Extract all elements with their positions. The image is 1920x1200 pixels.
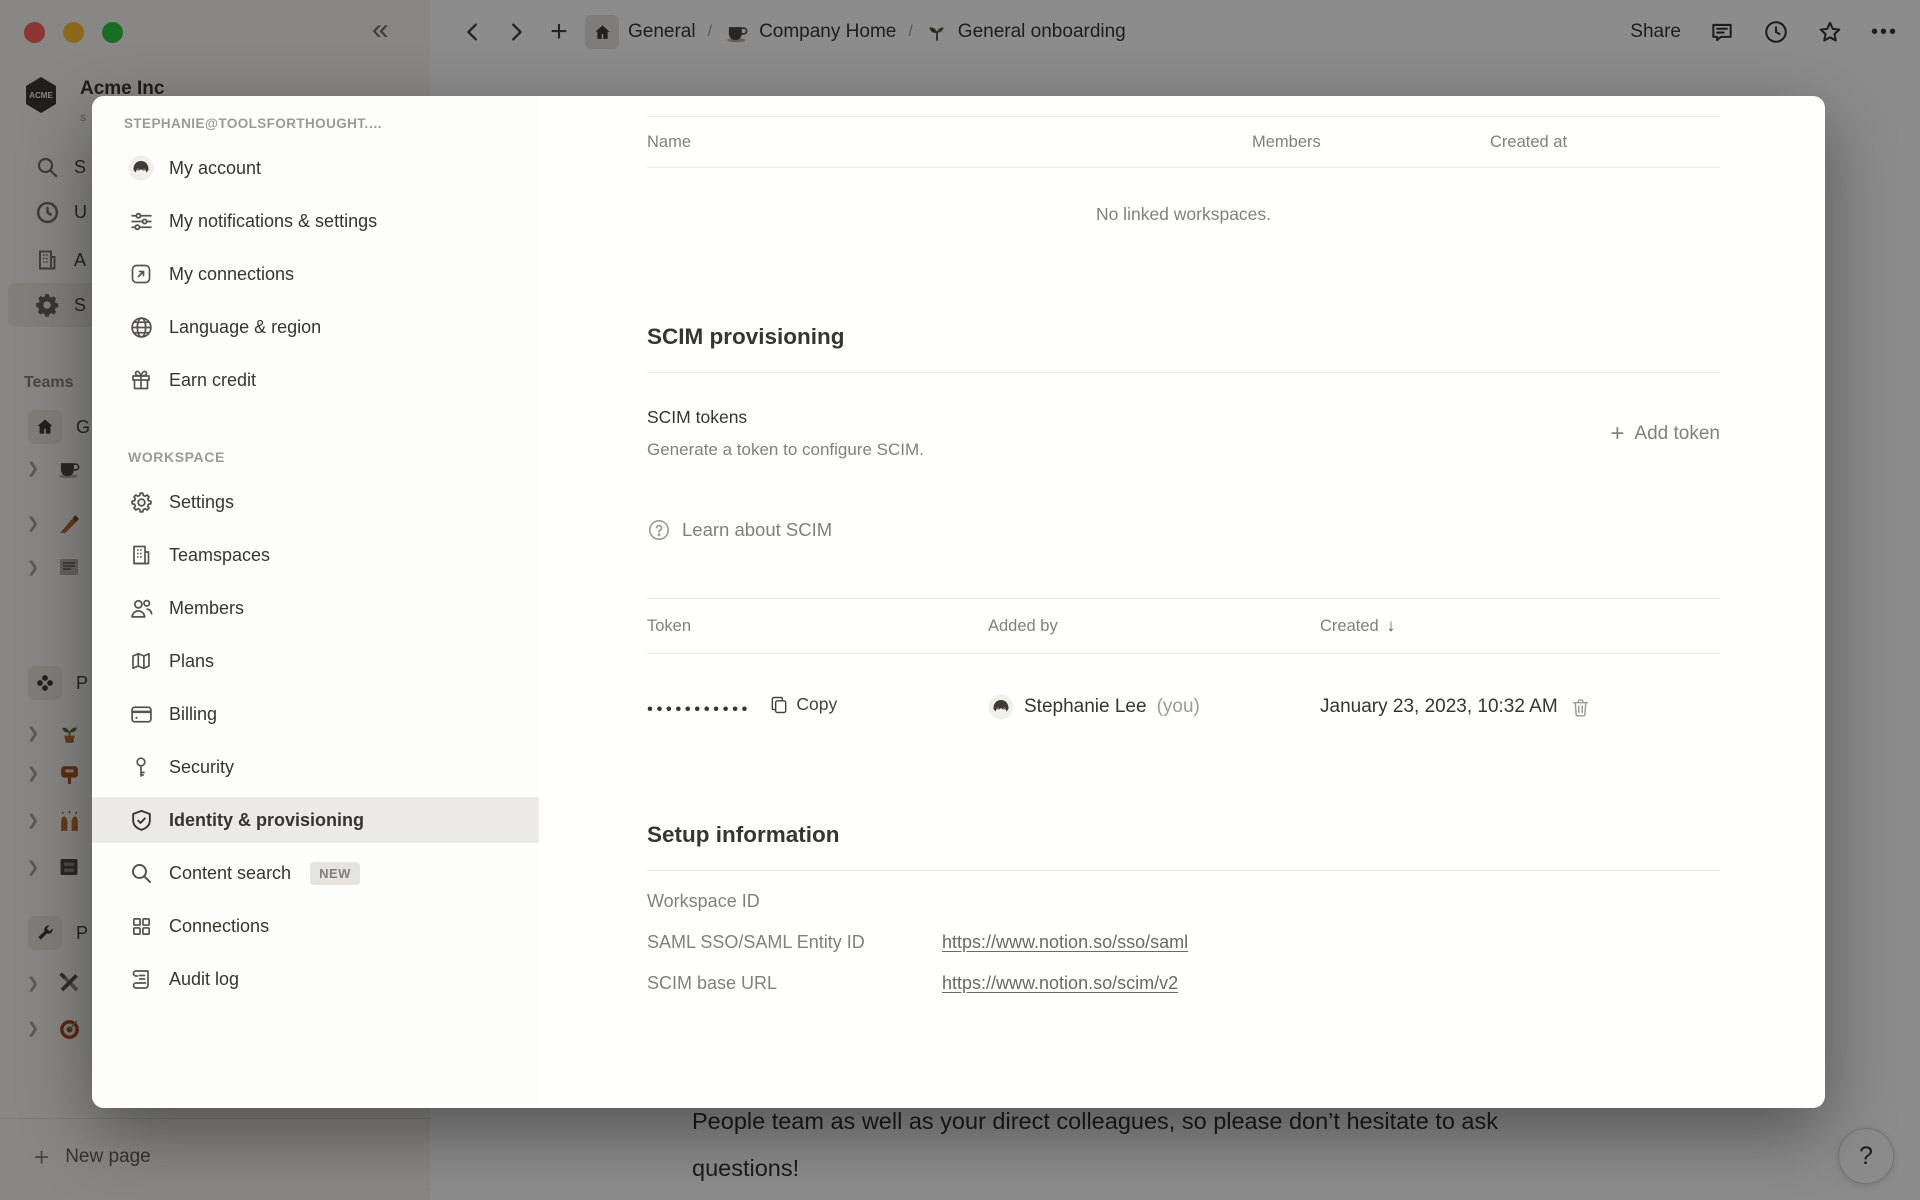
grid-icon	[128, 913, 154, 939]
settings-item-identity-provisioning[interactable]: Identity & provisioning	[92, 797, 539, 843]
gear-icon	[128, 489, 154, 515]
column-created-at: Created at	[1490, 133, 1720, 152]
building-icon	[128, 542, 154, 568]
settings-item-my-account[interactable]: My account	[92, 145, 539, 191]
created-date: January 23, 2023, 10:32 AM	[1320, 696, 1558, 718]
added-by-you-suffix: (you)	[1157, 696, 1200, 718]
added-by-name: Stephanie Lee	[1024, 696, 1147, 718]
column-name: Name	[647, 133, 1252, 152]
settings-item-label: My connections	[169, 264, 294, 285]
settings-item-security[interactable]: Security	[92, 744, 539, 790]
settings-item-plans[interactable]: Plans	[92, 638, 539, 684]
settings-item-label: Billing	[169, 704, 217, 725]
settings-item-label: Language & region	[169, 317, 321, 338]
copy-icon	[769, 695, 789, 715]
empty-state-text: No linked workspaces.	[647, 204, 1720, 228]
setup-label: SCIM base URL	[647, 973, 942, 994]
settings-modal: STEPHANIE@TOOLSFORTHOUGHT.… My account M…	[92, 96, 1825, 1108]
settings-item-my-connections[interactable]: My connections	[92, 251, 539, 297]
question-circle-icon	[647, 518, 671, 542]
setup-label: SAML SSO/SAML Entity ID	[647, 932, 942, 953]
settings-item-label: Earn credit	[169, 370, 256, 391]
setup-row-saml-entity-id: SAML SSO/SAML Entity ID https://www.noti…	[647, 932, 1720, 953]
column-created[interactable]: Created↓	[1320, 616, 1720, 636]
section-divider	[647, 870, 1720, 871]
scim-provisioning-title: SCIM provisioning	[647, 324, 1720, 350]
settings-item-notifications[interactable]: My notifications & settings	[92, 198, 539, 244]
plus-icon: +	[1610, 422, 1624, 446]
key-icon	[128, 754, 154, 780]
search-icon	[128, 860, 154, 886]
column-added-by: Added by	[988, 617, 1320, 636]
arrow-box-icon	[128, 261, 154, 287]
people-icon	[128, 595, 154, 621]
settings-item-teamspaces[interactable]: Teamspaces	[92, 532, 539, 578]
settings-item-content-search[interactable]: Content search NEW	[92, 850, 539, 896]
settings-item-label: Content search	[169, 863, 291, 884]
settings-item-label: Plans	[169, 651, 214, 672]
linked-workspaces-table-header: Name Members Created at	[647, 116, 1720, 168]
trash-icon[interactable]	[1570, 697, 1591, 718]
section-divider	[647, 372, 1720, 373]
settings-item-label: Connections	[169, 916, 269, 937]
copy-token-button[interactable]: Copy	[769, 694, 837, 715]
scroll-icon	[128, 966, 154, 992]
settings-item-label: Members	[169, 598, 244, 619]
workspace-section-label: WORKSPACE	[92, 449, 539, 465]
account-email: STEPHANIE@TOOLSFORTHOUGHT.…	[92, 116, 514, 131]
token-row: ••••••••••• Copy Stephanie Lee (you) Jan…	[647, 654, 1720, 750]
setup-row-workspace-id: Workspace ID	[647, 891, 1720, 912]
credit-card-icon	[128, 701, 154, 727]
settings-item-label: My notifications & settings	[169, 211, 377, 232]
globe-icon	[128, 314, 154, 340]
settings-item-language[interactable]: Language & region	[92, 304, 539, 350]
sort-descending-icon: ↓	[1387, 616, 1396, 635]
settings-item-label: Settings	[169, 492, 234, 513]
setup-row-scim-base-url: SCIM base URL https://www.notion.so/scim…	[647, 973, 1720, 994]
avatar	[988, 694, 1014, 720]
scim-tokens-description: Generate a token to configure SCIM.	[647, 440, 924, 460]
add-token-button[interactable]: + Add token	[1610, 422, 1720, 446]
settings-item-connections[interactable]: Connections	[92, 903, 539, 949]
saml-sso-link[interactable]: https://www.notion.so/sso/saml	[942, 932, 1720, 953]
setup-information-title: Setup information	[647, 822, 1720, 848]
identity-provisioning-panel: Name Members Created at No linked worksp…	[539, 96, 1825, 1108]
settings-item-label: My account	[169, 158, 261, 179]
shield-check-icon	[128, 807, 154, 833]
settings-item-billing[interactable]: Billing	[92, 691, 539, 737]
setup-label: Workspace ID	[647, 891, 942, 912]
settings-item-settings[interactable]: Settings	[92, 479, 539, 525]
sliders-icon	[128, 208, 154, 234]
column-members: Members	[1252, 133, 1490, 152]
settings-item-label: Audit log	[169, 969, 239, 990]
new-badge: NEW	[310, 862, 360, 885]
map-icon	[128, 648, 154, 674]
settings-item-earn-credit[interactable]: Earn credit	[92, 357, 539, 403]
settings-item-label: Identity & provisioning	[169, 810, 364, 831]
learn-about-scim-link[interactable]: Learn about SCIM	[647, 518, 1720, 542]
tokens-table-header: Token Added by Created↓	[647, 598, 1720, 654]
settings-item-label: Teamspaces	[169, 545, 270, 566]
avatar	[128, 155, 154, 181]
settings-item-audit-log[interactable]: Audit log	[92, 956, 539, 1002]
gift-icon	[128, 367, 154, 393]
masked-token: •••••••••••	[647, 700, 751, 719]
settings-item-label: Security	[169, 757, 234, 778]
settings-item-members[interactable]: Members	[92, 585, 539, 631]
column-token: Token	[647, 617, 988, 636]
scim-tokens-title: SCIM tokens	[647, 407, 924, 428]
scim-base-url-link[interactable]: https://www.notion.so/scim/v2	[942, 973, 1720, 994]
settings-sidebar: STEPHANIE@TOOLSFORTHOUGHT.… My account M…	[92, 96, 539, 1108]
